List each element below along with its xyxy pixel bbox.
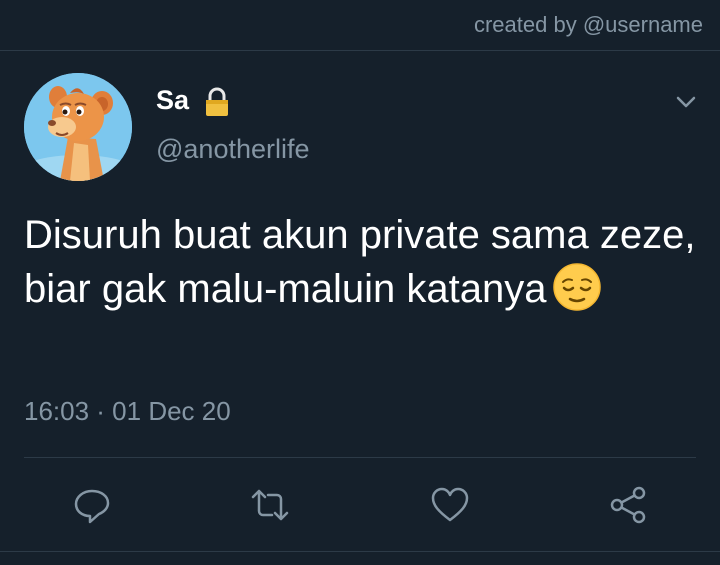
bottom-divider	[0, 551, 720, 552]
lock-icon	[206, 87, 228, 116]
user-handle[interactable]: @anotherlife	[156, 134, 310, 165]
avatar[interactable]	[24, 73, 132, 181]
relieved-face-icon	[553, 263, 602, 311]
retweet-icon[interactable]	[250, 485, 290, 525]
tweet-timestamp[interactable]: 16:03 · 01 Dec 20	[24, 396, 231, 427]
heart-icon[interactable]	[430, 485, 470, 525]
reply-icon[interactable]	[72, 485, 112, 525]
top-bar: created by @username	[0, 0, 720, 51]
divider	[24, 457, 696, 458]
tweet-text: Disuruh buat akun private sama zeze, bia…	[24, 208, 704, 316]
created-by-label: created by @username	[473, 12, 703, 37]
chevron-down-icon[interactable]	[672, 90, 700, 114]
display-name[interactable]: Sa	[156, 85, 189, 116]
avatar-lion-cub-icon	[24, 73, 132, 181]
share-icon[interactable]	[608, 485, 648, 525]
